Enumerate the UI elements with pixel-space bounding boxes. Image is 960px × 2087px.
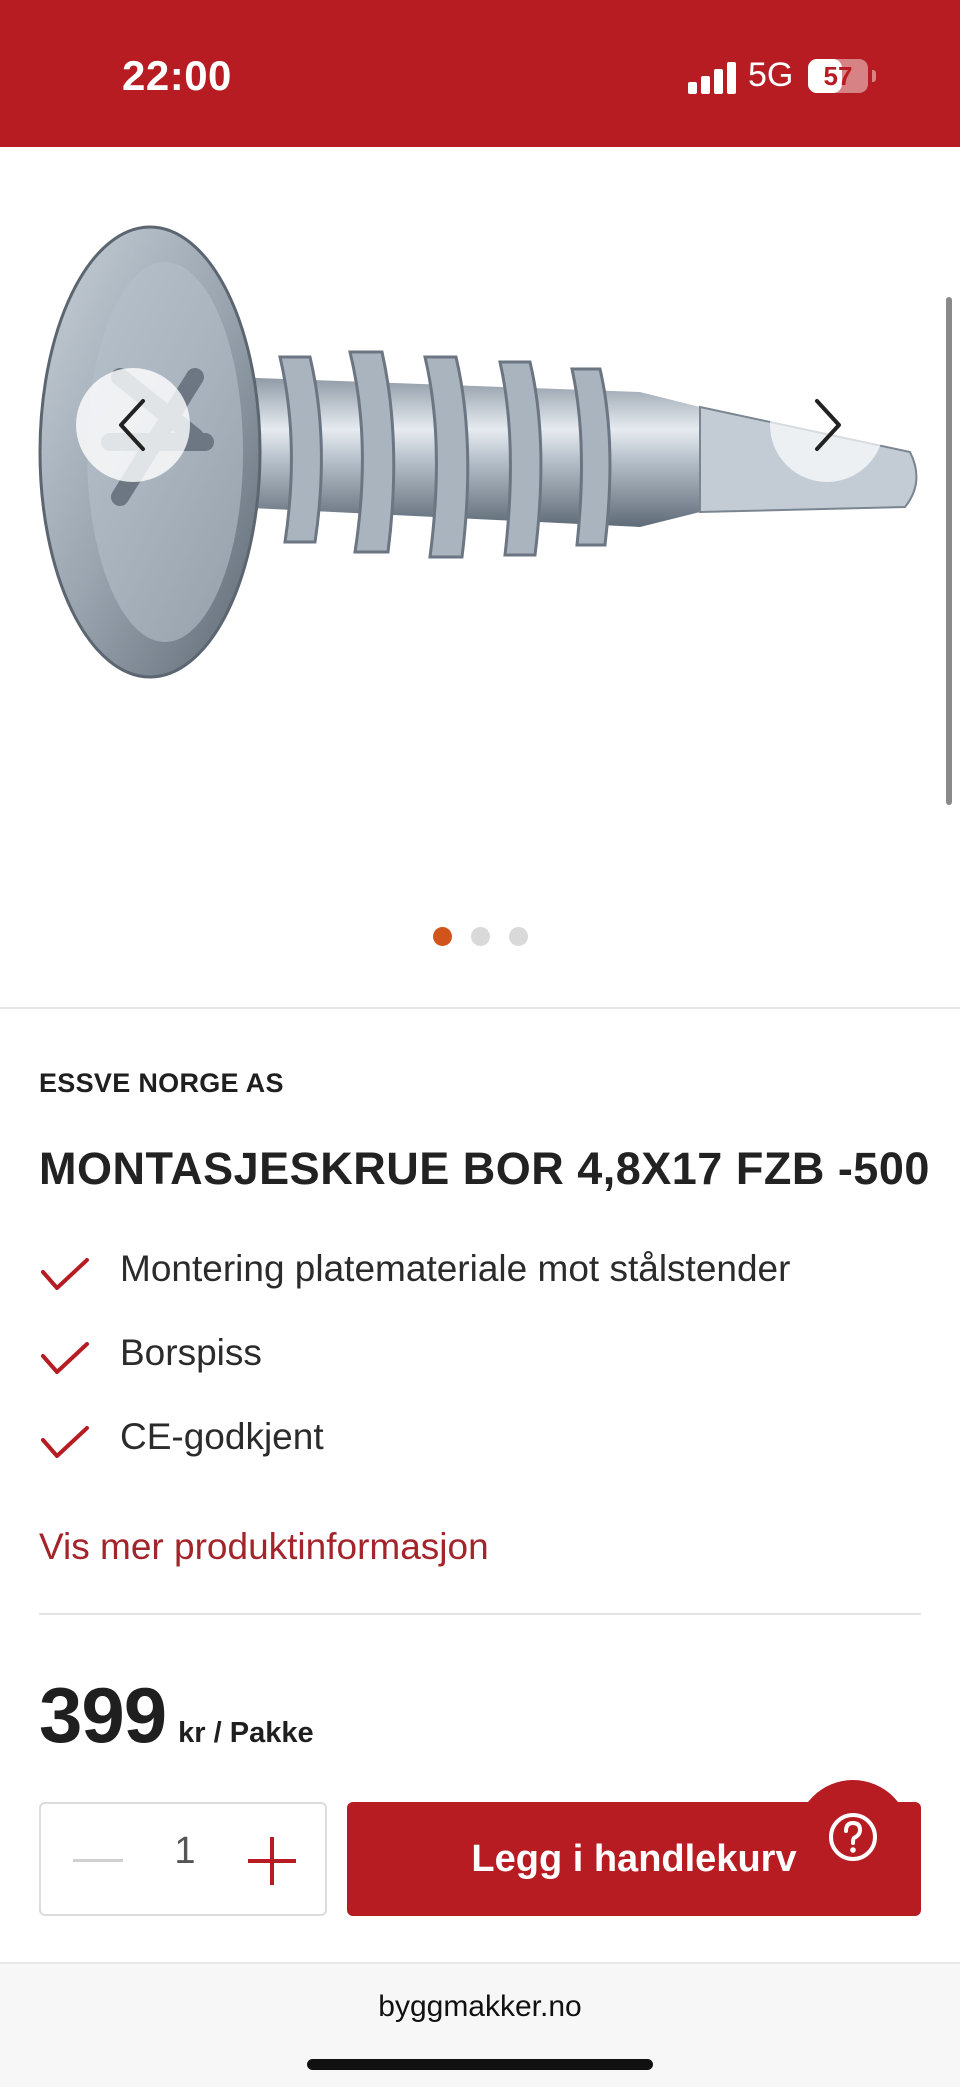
browser-address-bar[interactable]: byggmakker.no <box>0 1962 960 2087</box>
battery-level: 57 <box>823 61 853 91</box>
price-unit: kr / Pakke <box>178 1717 314 1749</box>
minus-icon <box>73 1859 123 1862</box>
feature-item: Borspiss <box>39 1324 262 1408</box>
status-time: 22:00 <box>122 52 232 99</box>
feature-item: Montering platemateriale mot stålstender <box>39 1240 790 1324</box>
decrease-quantity-button[interactable] <box>71 1834 125 1888</box>
network-type: 5G <box>748 56 794 94</box>
plus-icon <box>248 1837 296 1885</box>
quantity-value[interactable]: 1 <box>151 1830 219 1873</box>
check-icon <box>41 1342 89 1374</box>
home-indicator[interactable] <box>307 2059 653 2070</box>
gallery-prev-button[interactable] <box>76 368 190 482</box>
scroll-indicator[interactable] <box>946 297 952 805</box>
status-bar: 22:00 5G 57 <box>0 0 960 147</box>
product-title: MONTASJESKRUE BOR 4,8X17 FZB -500 <box>39 1143 930 1194</box>
product-gallery[interactable] <box>0 147 960 1007</box>
check-icon <box>41 1258 89 1290</box>
pagination-dot[interactable] <box>470 927 490 946</box>
help-button[interactable] <box>796 1780 910 1894</box>
product-brand: ESSVE NORGE AS <box>39 1068 284 1098</box>
feature-text: Borspiss <box>120 1332 262 1373</box>
chevron-left-icon <box>119 399 145 451</box>
more-product-info-link[interactable]: Vis mer produktinformasjon <box>39 1526 489 1568</box>
product-page: 22:00 5G 57 ESSVE NORGE AS MONTASJESKRUE… <box>0 0 960 2087</box>
divider <box>0 1007 960 1009</box>
pagination-dot[interactable] <box>432 927 452 946</box>
check-icon <box>41 1426 89 1458</box>
feature-text: CE-godkjent <box>120 1416 324 1457</box>
product-image <box>38 225 918 679</box>
gallery-pagination[interactable] <box>0 927 960 946</box>
price-value: 399 <box>39 1671 167 1759</box>
quantity-stepper: 1 <box>39 1802 327 1916</box>
divider <box>39 1613 921 1615</box>
chevron-right-icon <box>815 399 841 451</box>
url-text[interactable]: byggmakker.no <box>0 1990 960 2024</box>
feature-text: Montering platemateriale mot stålstender <box>120 1248 791 1289</box>
feature-list: Montering platemateriale mot stålstender… <box>39 1240 790 1492</box>
battery-icon: 57 <box>808 59 876 93</box>
signal-icon <box>688 62 736 94</box>
price: 399 kr / Pakke <box>39 1670 314 1761</box>
gallery-next-button[interactable] <box>770 368 884 482</box>
increase-quantity-button[interactable] <box>241 1830 303 1892</box>
feature-item: CE-godkjent <box>39 1408 324 1492</box>
pagination-dot[interactable] <box>508 927 528 946</box>
question-mark-icon <box>829 1813 877 1861</box>
